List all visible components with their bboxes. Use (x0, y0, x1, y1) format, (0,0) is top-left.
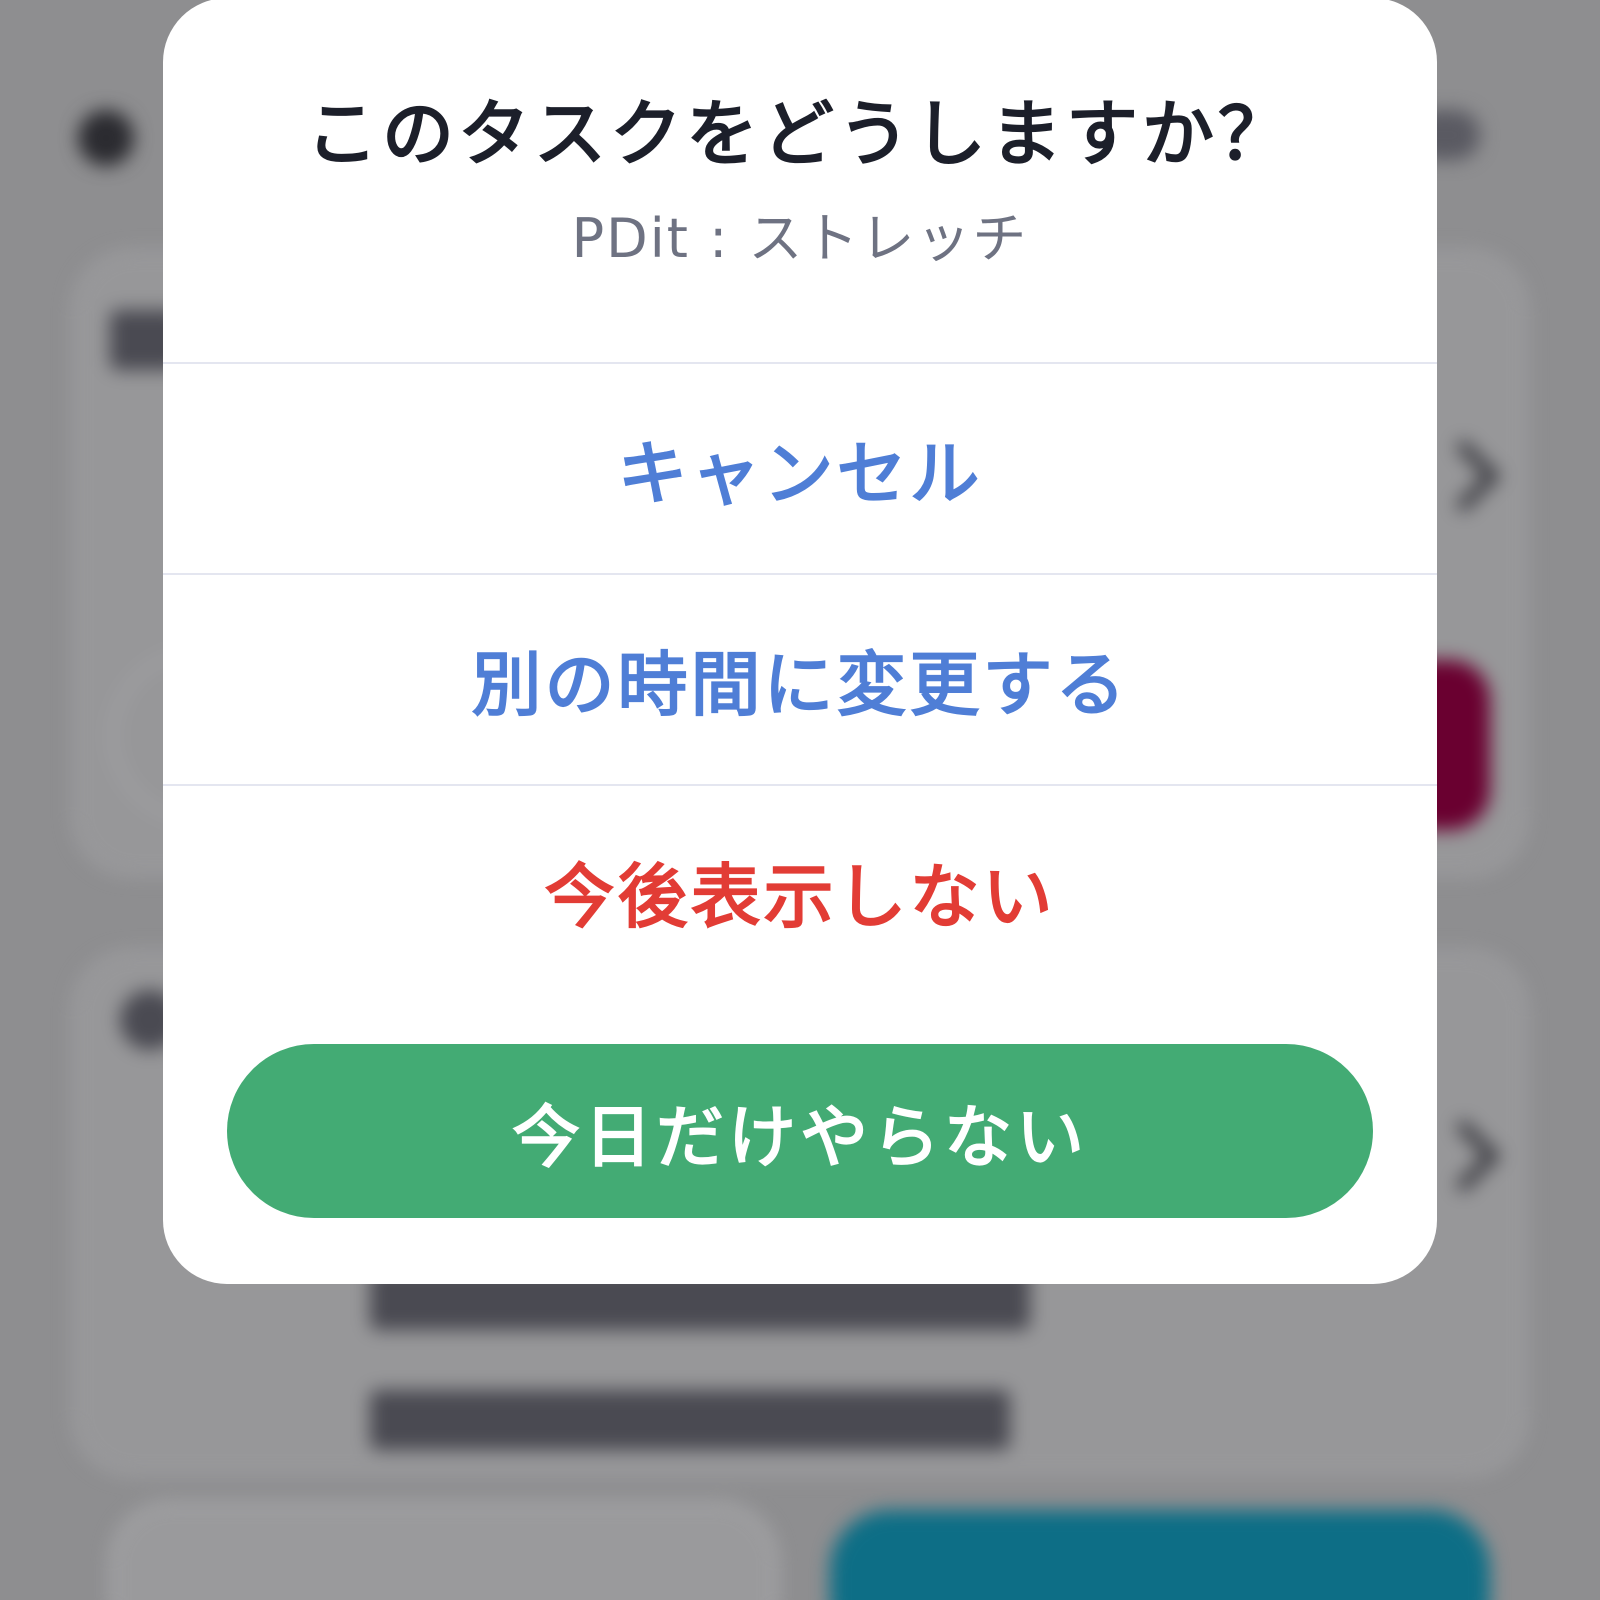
background-primary-button (830, 1510, 1490, 1600)
hide-permanently-button[interactable]: 今後表示しない (163, 786, 1437, 997)
screen: このタスクをどうしますか？ PDit : ストレッチ キャンセル 別の時間に変更… (0, 0, 1600, 1600)
reschedule-button[interactable]: 別の時間に変更する (163, 575, 1437, 786)
dialog-subtitle: PDit : ストレッチ (571, 207, 1029, 270)
background-avatar (78, 110, 134, 166)
dialog-header: このタスクをどうしますか？ PDit : ストレッチ (163, 0, 1437, 364)
background-secondary-button (110, 1502, 778, 1600)
skip-today-button[interactable]: 今日だけやらない (227, 1044, 1373, 1218)
cancel-button[interactable]: キャンセル (163, 364, 1437, 575)
dialog-title: このタスクをどうしますか？ (305, 92, 1294, 176)
action-sheet-dialog: このタスクをどうしますか？ PDit : ストレッチ キャンセル 別の時間に変更… (163, 0, 1437, 1284)
background-text-block (370, 1390, 1010, 1450)
